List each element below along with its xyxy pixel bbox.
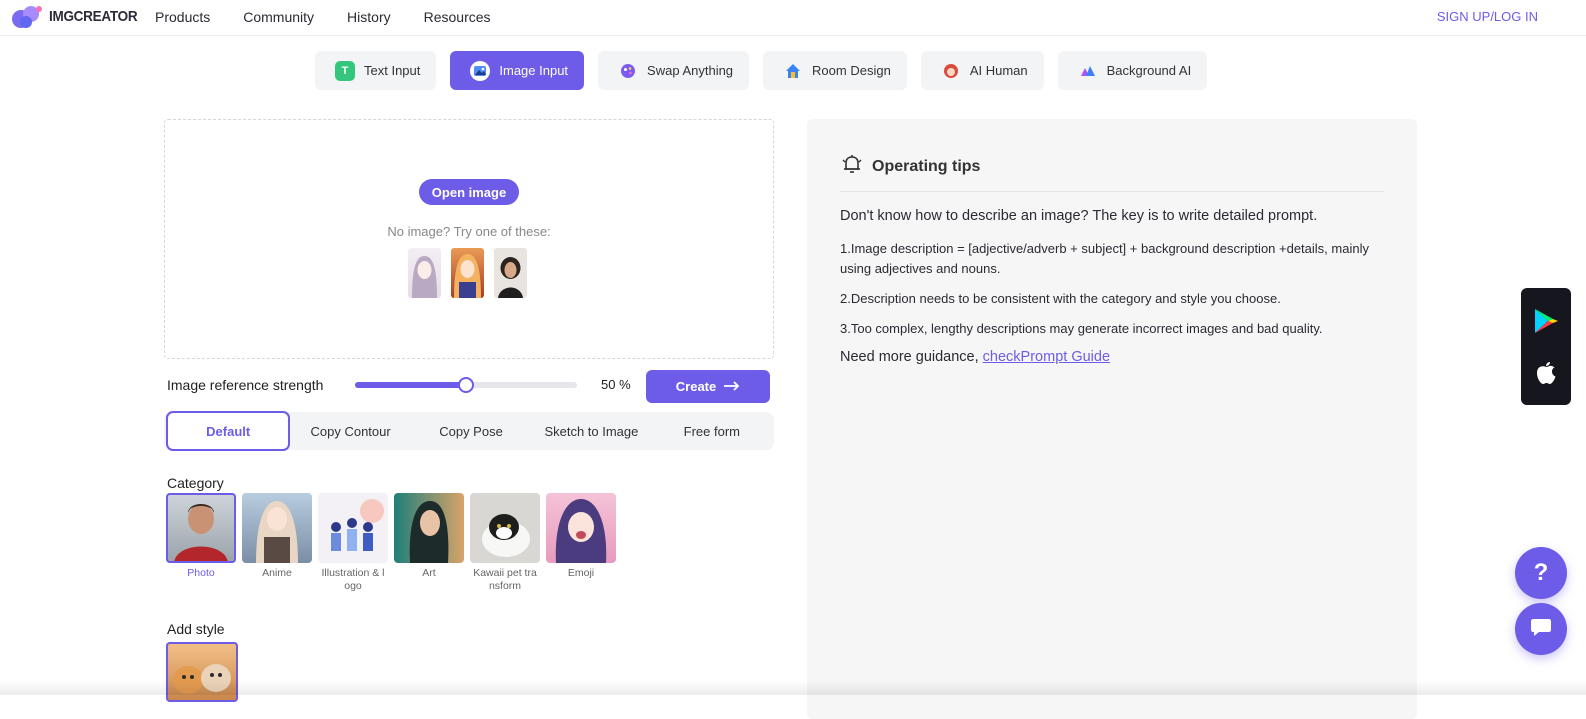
category-thumb <box>394 493 464 563</box>
tab-ai-human[interactable]: AI Human <box>920 51 1044 90</box>
help-button[interactable]: ? <box>1515 547 1567 599</box>
category-label: Illustration & l ogo <box>321 567 385 592</box>
category-list: Photo Anime Illustration & l ogo Art Kaw… <box>166 493 616 593</box>
tab-background-ai[interactable]: Background AI <box>1057 51 1208 90</box>
category-thumb <box>318 493 388 563</box>
create-button[interactable]: Create <box>646 370 770 403</box>
category-emoji[interactable]: Emoji <box>546 493 616 593</box>
tip-item-3: 3.Too complex, lengthy descriptions may … <box>840 321 1323 336</box>
tab-room-design[interactable]: Room Design <box>763 51 907 90</box>
tab-text-input[interactable]: T Text Input <box>315 51 437 90</box>
sample-hint-text: No image? Try one of these: <box>387 224 551 239</box>
nav-products[interactable]: Products <box>155 8 210 26</box>
image-upload-area[interactable]: Open image No image? Try one of these: <box>164 119 774 359</box>
tips-more-guidance: Need more guidance, checkPrompt Guide <box>840 349 1110 365</box>
signup-login-link[interactable]: SIGN UP/LOG IN <box>1437 9 1538 24</box>
sample-image-3[interactable] <box>494 248 527 298</box>
divider <box>840 191 1384 192</box>
strength-label: Image reference strength <box>167 377 324 393</box>
app-store-links <box>1521 288 1571 405</box>
tab-label: Background AI <box>1106 63 1192 78</box>
tips-header: Operating tips <box>840 152 980 181</box>
tab-label: Room Design <box>812 63 891 78</box>
category-label: Kawaii pet tra nsform <box>473 567 537 592</box>
top-navbar: IMGCREATOR Products Community History Re… <box>0 0 1586 36</box>
tab-label: AI Human <box>969 63 1028 78</box>
sample-image-1[interactable] <box>408 248 441 298</box>
tab-image-input[interactable]: Image Input <box>450 51 585 90</box>
mode-copy-contour[interactable]: Copy Contour <box>290 413 410 449</box>
main-nav: Products Community History Resources <box>155 8 524 26</box>
nav-resources[interactable]: Resources <box>424 8 491 26</box>
chat-button[interactable] <box>1515 603 1567 655</box>
bottom-fade <box>0 680 1586 695</box>
nav-community[interactable]: Community <box>243 8 314 26</box>
category-thumb <box>470 493 540 563</box>
room-design-icon <box>783 61 803 81</box>
tips-lead-text: Don't know how to describe an image? The… <box>840 208 1318 224</box>
background-ai-icon <box>1078 61 1098 81</box>
category-photo[interactable]: Photo <box>166 493 236 593</box>
tip-item-1: 1.Image description = [adjective/adverb … <box>840 241 1369 276</box>
category-label: Anime <box>262 567 292 579</box>
strength-slider[interactable] <box>355 377 577 393</box>
category-thumb <box>242 493 312 563</box>
apple-icon[interactable] <box>1531 357 1561 387</box>
swap-anything-icon <box>618 61 638 81</box>
tips-more-prefix: Need more guidance, <box>840 349 983 365</box>
text-input-icon: T <box>335 60 355 81</box>
bell-icon <box>840 152 864 181</box>
strength-slider-fill <box>355 382 466 388</box>
sample-image-2[interactable] <box>451 248 484 298</box>
tab-swap-anything[interactable]: Swap Anything <box>598 51 750 90</box>
ai-human-icon <box>941 61 961 81</box>
tip-item-2: 2.Description needs to be consistent wit… <box>840 291 1281 306</box>
operating-tips-panel: Operating tips Don't know how to describ… <box>807 119 1417 719</box>
logo[interactable]: IMGCREATOR <box>9 3 147 29</box>
prompt-guide-link[interactable]: checkPrompt Guide <box>983 349 1110 365</box>
mode-tabs: T Text Input Image Input Swap Anything R… <box>315 51 1208 90</box>
add-style-title: Add style <box>167 621 225 637</box>
chat-bubble-icon <box>1530 617 1552 642</box>
category-illustration-logo[interactable]: Illustration & l ogo <box>318 493 388 593</box>
category-label: Art <box>422 567 436 579</box>
category-kawaii-pet[interactable]: Kawaii pet tra nsform <box>470 493 540 593</box>
tab-label: Text Input <box>364 63 421 78</box>
google-play-icon[interactable] <box>1531 306 1561 336</box>
nav-history[interactable]: History <box>347 8 391 26</box>
category-art[interactable]: Art <box>394 493 464 593</box>
brand-name: IMGCREATOR <box>49 7 138 25</box>
open-image-button[interactable]: Open image <box>419 179 519 205</box>
category-title: Category <box>167 475 224 491</box>
category-thumb <box>546 493 616 563</box>
strength-slider-handle[interactable] <box>458 377 474 393</box>
category-anime[interactable]: Anime <box>242 493 312 593</box>
category-label: Emoji <box>567 567 595 579</box>
tips-title: Operating tips <box>872 157 981 175</box>
tab-label: Swap Anything <box>647 63 734 78</box>
category-label: Photo <box>187 567 215 579</box>
reference-mode-selector: Default Copy Contour Copy Pose Sketch to… <box>164 411 774 451</box>
mode-free-form[interactable]: Free form <box>652 413 772 449</box>
mode-sketch-to-image[interactable]: Sketch to Image <box>531 413 651 449</box>
category-thumb <box>166 493 236 563</box>
logo-icon <box>9 3 45 29</box>
tab-label: Image Input <box>499 63 569 78</box>
create-label: Create <box>675 379 717 394</box>
question-icon: ? <box>1533 559 1549 586</box>
mode-copy-pose[interactable]: Copy Pose <box>411 413 531 449</box>
strength-value: 50 % <box>601 377 631 392</box>
arrow-right-icon <box>724 379 740 394</box>
sample-images <box>408 248 527 298</box>
image-input-icon <box>470 60 491 81</box>
mode-default[interactable]: Default <box>166 411 291 451</box>
